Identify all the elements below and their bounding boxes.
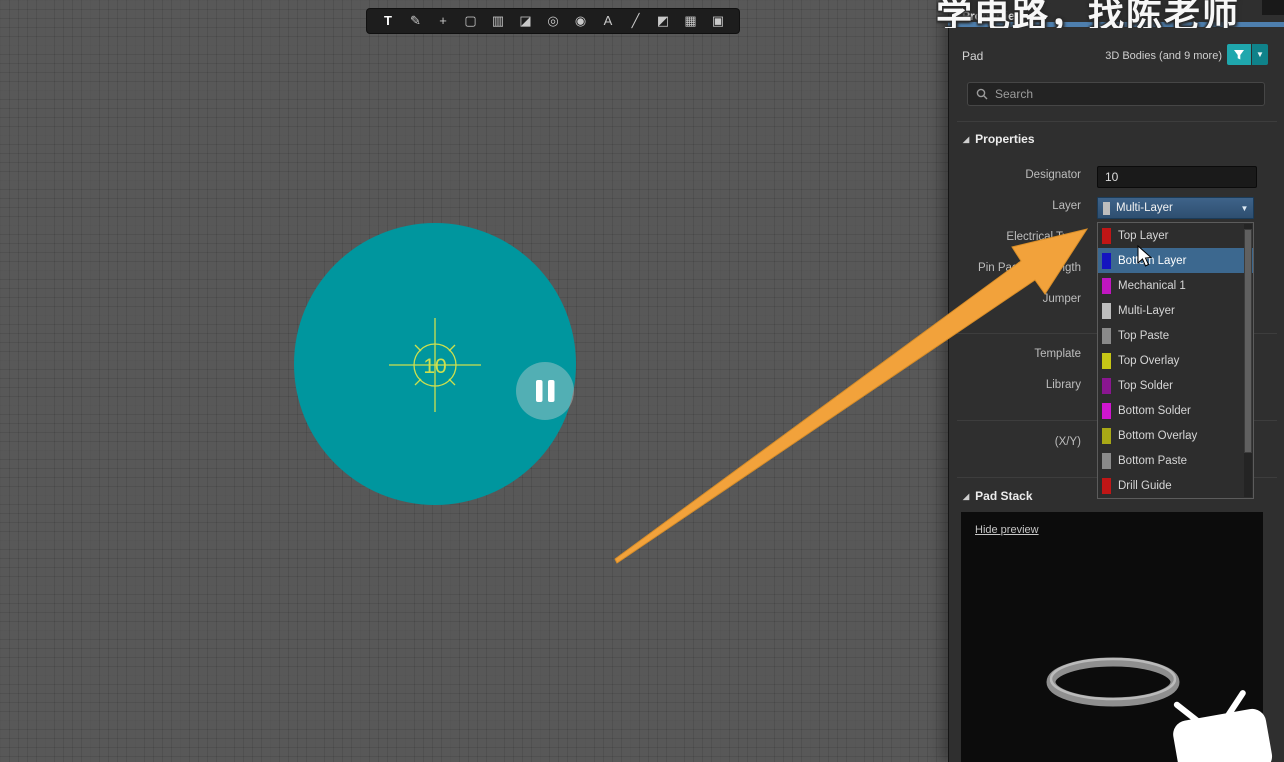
layer-color-swatch <box>1102 252 1111 269</box>
filter-button[interactable] <box>1227 44 1251 65</box>
search-placeholder: Search <box>995 87 1034 101</box>
hide-preview-link[interactable]: Hide preview <box>975 524 1039 536</box>
layer-option-label: Drill Guide <box>1118 479 1172 492</box>
layer-dropdown-value: Multi-Layer <box>1116 202 1173 214</box>
layer-option-bottom-overlay[interactable]: Bottom Overlay <box>1098 423 1253 448</box>
watermark-text: 学电路，找陈老师 <box>936 0 1241 28</box>
chevron-down-icon[interactable]: ▼ <box>1236 204 1253 213</box>
layer-color-swatch <box>1102 352 1111 369</box>
field-label-designator: Designator <box>1025 169 1081 181</box>
pause-button[interactable] <box>516 362 574 420</box>
crosshair-icon[interactable]: + <box>432 9 454 33</box>
diagonal-box-icon[interactable]: ◩ <box>652 9 674 33</box>
section-label: Properties <box>975 132 1035 146</box>
font-icon[interactable]: A <box>597 9 619 33</box>
layer-dropdown-list: Top Layer Bottom Layer Mechanical 1 Multi-L… <box>1097 222 1254 499</box>
image-tool-icon[interactable]: ▣ <box>707 9 729 33</box>
filter-dropdown-button[interactable]: ▼ <box>1252 44 1268 65</box>
field-label-layer: Layer <box>1052 200 1081 212</box>
layer-option-label: Mechanical 1 <box>1118 279 1186 292</box>
dropdown-scrollbar[interactable] <box>1244 224 1252 497</box>
layer-color-swatch <box>1102 377 1111 394</box>
layer-value-swatch <box>1103 201 1110 215</box>
layer-option-bottom-paste[interactable]: Bottom Paste <box>1098 448 1253 473</box>
line-tool-icon[interactable]: ╱ <box>625 9 647 33</box>
layer-option-label: Bottom Solder <box>1118 404 1191 417</box>
scrollbar-thumb[interactable] <box>1244 229 1252 453</box>
circle-tool-icon[interactable]: ◎ <box>542 9 564 33</box>
histogram-icon[interactable]: ▥ <box>487 9 509 33</box>
designator-input[interactable] <box>1097 166 1257 188</box>
scope-filter-label: 3D Bodies (and 9 more) <box>1105 50 1222 62</box>
layer-option-bottom-solder[interactable]: Bottom Solder <box>1098 398 1253 423</box>
section-label: Pad Stack <box>975 489 1033 503</box>
funnel-icon <box>1234 49 1244 59</box>
object-type-label: Pad <box>962 49 984 63</box>
pad-designator: 10 <box>423 355 446 378</box>
layer-option-label: Top Layer <box>1118 229 1169 242</box>
layer-color-swatch <box>1102 452 1111 469</box>
pcb-canvas[interactable]: 10 <box>0 0 948 762</box>
search-icon <box>976 88 988 100</box>
search-input[interactable]: Search <box>967 82 1265 106</box>
collapse-triangle-icon: ◢ <box>963 491 970 501</box>
layer-option-label: Bottom Overlay <box>1118 429 1198 442</box>
layer-option-top-paste[interactable]: Top Paste <box>1098 323 1253 348</box>
section-header-properties[interactable]: ◢ Properties <box>963 132 1035 146</box>
layer-option-bottom-layer[interactable]: Bottom Layer <box>1098 248 1253 273</box>
field-label-template: Template <box>1034 348 1081 360</box>
layer-color-swatch <box>1102 477 1111 494</box>
layer-dropdown[interactable]: Multi-Layer ▼ <box>1097 197 1254 219</box>
pad-graphics: 10 <box>294 223 576 505</box>
chevron-down-icon: ▼ <box>1256 50 1264 59</box>
eraser-icon[interactable]: ◪ <box>515 9 537 33</box>
field-label-x-y: (X/Y) <box>1054 436 1081 448</box>
layer-option-label: Top Solder <box>1118 379 1173 392</box>
selection-rect-icon[interactable]: ▢ <box>460 9 482 33</box>
section-header-pad-stack[interactable]: ◢ Pad Stack <box>963 489 1033 503</box>
divider <box>957 121 1277 122</box>
altium-pcb-editor: 10 T ✎ + ▢ ▥ ◪ ◎ ◉ A ╱ ◩ ▦ ▣ Properties Pad 3D Bodie… <box>0 0 1284 762</box>
corner-box <box>1262 0 1284 15</box>
layer-option-label: Top Overlay <box>1118 354 1180 367</box>
grid-tool-icon[interactable]: ▦ <box>680 9 702 33</box>
layer-color-swatch <box>1102 302 1111 319</box>
layer-color-swatch <box>1102 227 1111 244</box>
layer-color-swatch <box>1102 427 1111 444</box>
layer-option-top-solder[interactable]: Top Solder <box>1098 373 1253 398</box>
layer-option-label: Top Paste <box>1118 329 1170 342</box>
layer-color-swatch <box>1102 327 1111 344</box>
layer-color-swatch <box>1102 277 1111 294</box>
field-label-jumper: Jumper <box>1042 293 1081 305</box>
text-tool-icon[interactable]: T <box>377 9 399 33</box>
collapse-triangle-icon: ◢ <box>963 134 970 144</box>
field-label-library: Library <box>1045 379 1081 391</box>
layer-option-top-layer[interactable]: Top Layer <box>1098 223 1253 248</box>
layer-option-label: Multi-Layer <box>1118 304 1175 317</box>
layer-option-list: Top Layer Bottom Layer Mechanical 1 Multi-L… <box>1098 223 1253 498</box>
layer-color-swatch <box>1102 402 1111 419</box>
layer-option-multi-layer[interactable]: Multi-Layer <box>1098 298 1253 323</box>
pin-icon[interactable]: ◉ <box>570 9 592 33</box>
layer-option-mechanical-1[interactable]: Mechanical 1 <box>1098 273 1253 298</box>
layer-option-label: Bottom Layer <box>1118 254 1187 267</box>
layer-option-label: Bottom Paste <box>1118 454 1188 467</box>
marker-pen-icon[interactable]: ✎ <box>405 9 427 33</box>
layer-option-top-overlay[interactable]: Top Overlay <box>1098 348 1253 373</box>
layer-option-drill-guide[interactable]: Drill Guide <box>1098 473 1253 498</box>
annotation-toolbar: T ✎ + ▢ ▥ ◪ ◎ ◉ A ╱ ◩ ▦ ▣ <box>366 8 740 34</box>
properties-panel: Properties Pad 3D Bodies (and 9 more) ▼ … <box>948 0 1284 762</box>
field-label-pin-package-length: Pin Package Length <box>978 262 1081 274</box>
field-label-electrical-type: Electrical Type <box>1006 231 1081 243</box>
